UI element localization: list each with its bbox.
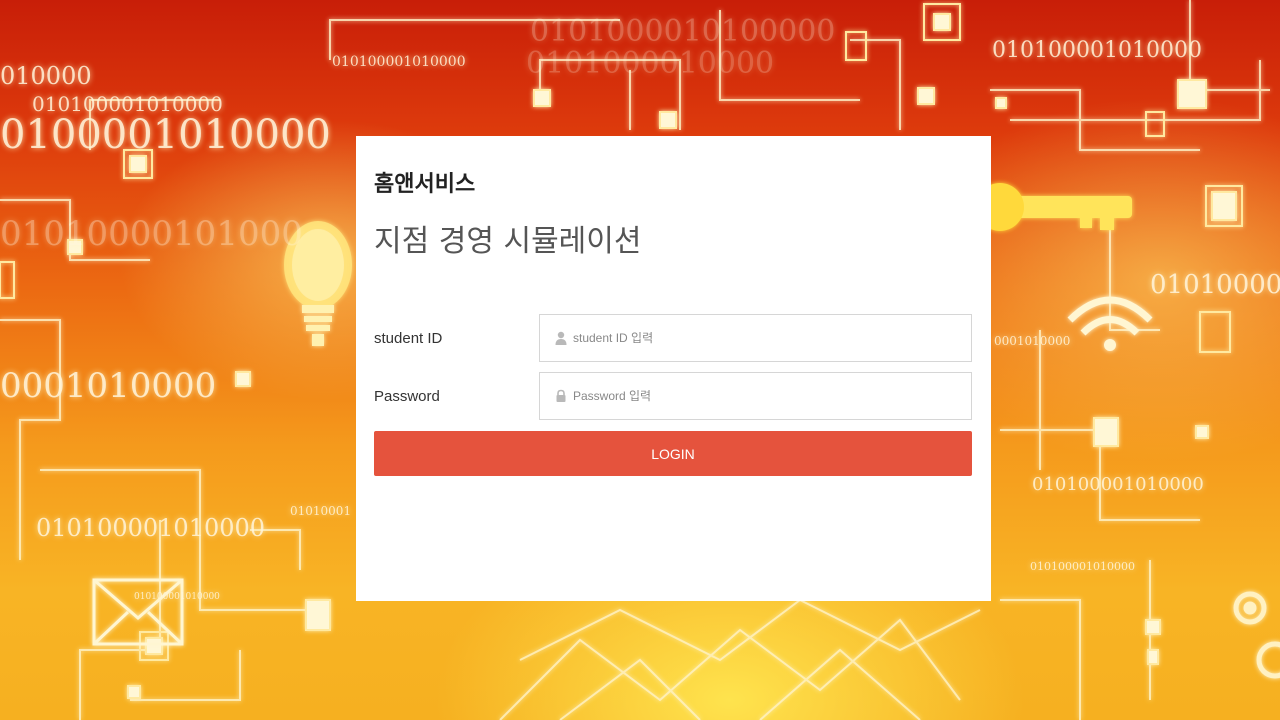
password-field[interactable] [539,372,972,420]
binary-text: 0100001010000 [0,112,331,158]
login-card: 홈앤서비스 지점 경영 시뮬레이션 student ID Password LO… [356,136,991,601]
binary-text: 0101000010000 [526,46,775,81]
binary-text: 010100001010000 [1030,560,1135,573]
student-id-input[interactable] [573,315,963,361]
binary-text: 010000 [0,62,92,90]
binary-text: 010100001010000 [992,38,1202,63]
binary-text: 01010001 [290,504,352,518]
binary-text: 010100001010000 [1032,474,1204,495]
binary-text: 01010000101000 [1150,270,1280,300]
binary-text: 0001010000 [0,366,217,406]
password-label: Password [374,388,440,405]
brand-name: 홈앤서비스 [374,172,476,197]
binary-text: 0101000010100000 [530,14,836,49]
gear-icon [1233,591,1280,679]
login-button[interactable]: LOGIN [374,431,972,476]
password-input[interactable] [573,373,963,419]
binary-text: 01010000101000 [0,214,303,254]
lock-icon [556,389,566,402]
key-icon [976,183,1132,231]
binary-text: 010100001010000 [36,514,266,542]
page-title: 지점 경영 시뮬레이션 [374,224,642,259]
student-id-label: student ID [374,330,443,347]
binary-text: 010100001010000 [332,54,466,70]
student-id-field[interactable] [539,314,972,362]
user-icon [555,331,567,345]
binary-text: 010100001010000 [134,592,220,602]
binary-text: 0001010000 [994,334,1071,348]
